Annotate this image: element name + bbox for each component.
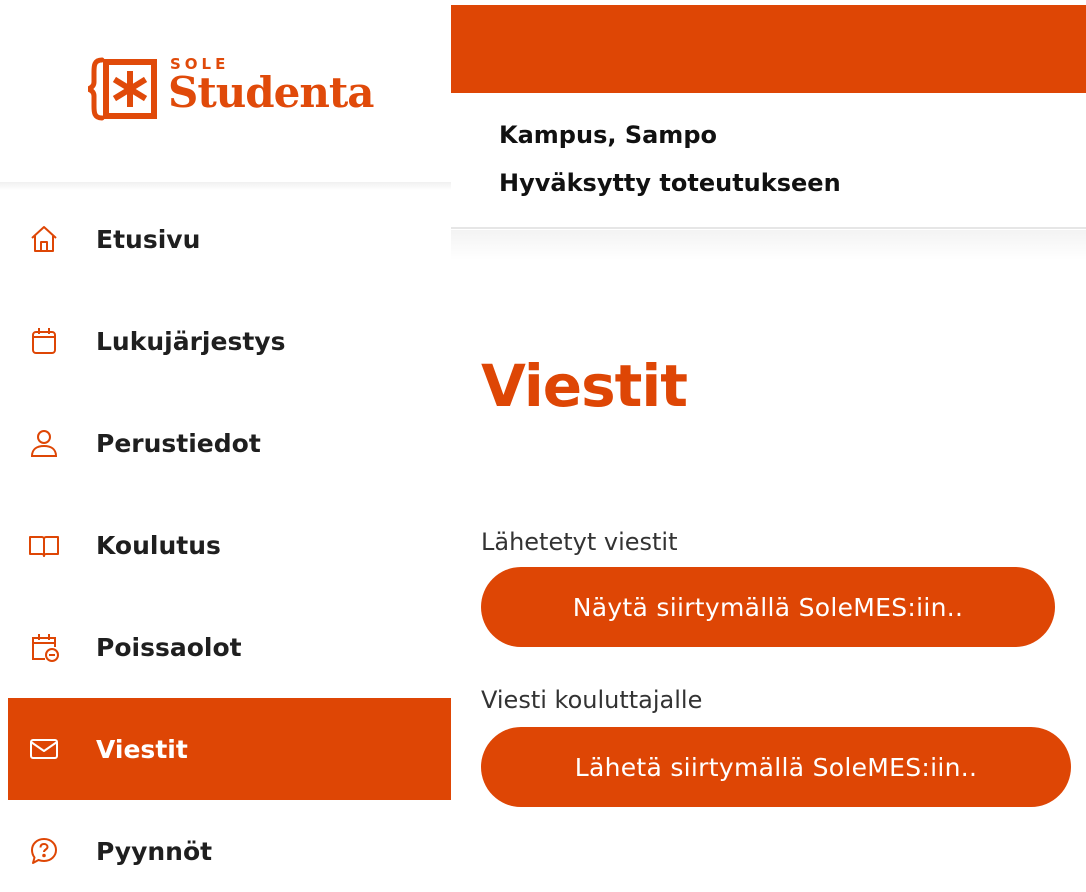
sidebar-item-label: Koulutus: [96, 530, 221, 560]
sidebar-item-label: Pyynnöt: [96, 836, 213, 866]
student-status: Hyväksytty toteutukseen: [499, 169, 841, 197]
student-header: Kampus, Sampo Hyväksytty toteutukseen: [451, 93, 1086, 229]
main-content: Viestit Lähetetyt viestit Näytä siirtymä…: [451, 260, 1086, 892]
sidebar-item-label: Perustiedot: [96, 428, 261, 458]
question-bubble-icon: [26, 833, 62, 869]
sidebar-item-label: Poissaolot: [96, 632, 242, 662]
calendar-icon: [26, 323, 62, 359]
person-icon: [26, 425, 62, 461]
sidebar-item-etusivu[interactable]: Etusivu: [8, 188, 451, 290]
sidebar-item-poissaolot[interactable]: Poissaolot: [8, 596, 451, 698]
logo-mark-icon: [88, 57, 157, 121]
sidebar-nav: Etusivu Lukujärjestys Perustiedot Koulut…: [8, 188, 451, 892]
sidebar-item-label: Etusivu: [96, 224, 201, 254]
sidebar-item-label: Viestit: [96, 734, 188, 764]
top-bar: [451, 5, 1086, 93]
sidebar-item-viestit[interactable]: Viestit: [8, 698, 451, 800]
sidebar-item-pyynnot[interactable]: Pyynnöt: [8, 800, 451, 892]
page-title: Viestit: [481, 352, 688, 420]
student-name: Kampus, Sampo: [499, 121, 717, 149]
logo-studenta-text: Studenta: [168, 68, 375, 117]
header-shadow: [451, 230, 1086, 260]
sidebar: SOLE Studenta Etusivu Lukujärjestys Peru…: [0, 0, 451, 892]
sidebar-item-lukujarjestys[interactable]: Lukujärjestys: [8, 290, 451, 392]
studenta-logo[interactable]: SOLE Studenta: [88, 52, 378, 132]
home-icon: [26, 221, 62, 257]
book-icon: [26, 527, 62, 563]
show-in-solemes-button[interactable]: Näytä siirtymällä SoleMES:iin..: [481, 567, 1055, 647]
sent-messages-label: Lähetetyt viestit: [481, 528, 678, 556]
envelope-icon: [26, 731, 62, 767]
send-via-solemes-button[interactable]: Lähetä siirtymällä SoleMES:iin..: [481, 727, 1071, 807]
calendar-absence-icon: [26, 629, 62, 665]
message-to-trainer-label: Viesti kouluttajalle: [481, 686, 703, 714]
sidebar-item-koulutus[interactable]: Koulutus: [8, 494, 451, 596]
sidebar-item-perustiedot[interactable]: Perustiedot: [8, 392, 451, 494]
sidebar-item-label: Lukujärjestys: [96, 326, 286, 356]
